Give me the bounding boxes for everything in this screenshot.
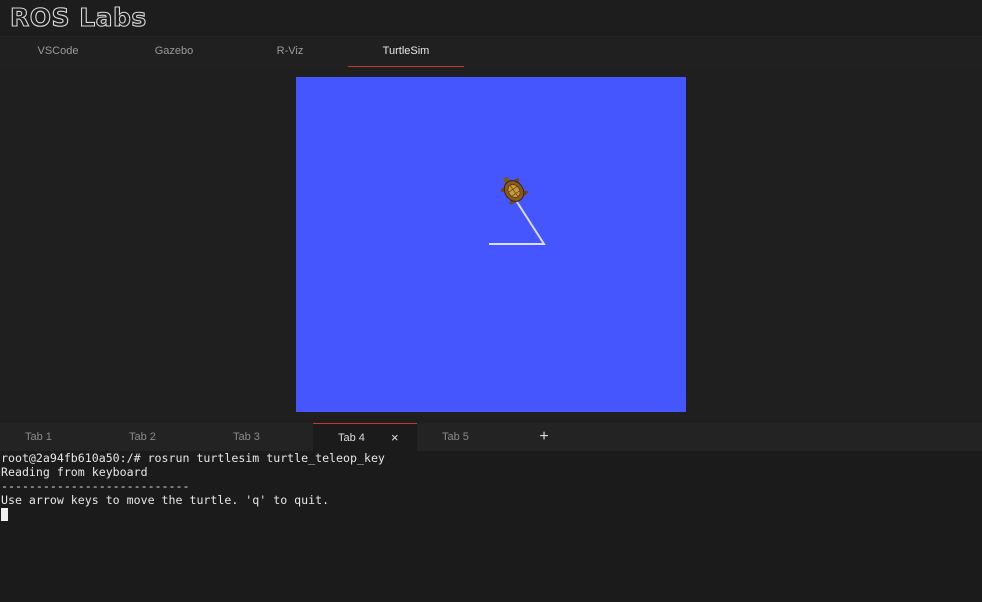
- tab-vscode-label: VSCode: [37, 45, 79, 57]
- tab-gazebo-label: Gazebo: [154, 45, 194, 57]
- terminal-tab-bar: Tab 1 Tab 2 Tab 3 Tab 4 × Tab 5: [0, 423, 982, 451]
- close-icon[interactable]: ×: [391, 424, 399, 452]
- terminal-tab-1-label: Tab 1: [25, 431, 52, 443]
- terminal-tab-1[interactable]: Tab 1: [0, 423, 104, 451]
- ros-labs-logo: ROS Labs: [8, 2, 168, 32]
- app-tab-bar: VSCode Gazebo R-Viz TurtleSim: [0, 36, 982, 67]
- terminal-tab-2-label: Tab 2: [129, 431, 156, 443]
- add-tab-icon[interactable]: +: [535, 423, 553, 451]
- terminal-output[interactable]: root@2a94fb610a50:/# rosrun turtlesim tu…: [0, 451, 982, 602]
- terminal-tab-5[interactable]: Tab 5: [417, 423, 521, 451]
- header-bar: ROS Labs: [0, 0, 982, 36]
- terminal-tab-3[interactable]: Tab 3: [208, 423, 312, 451]
- turtlesim-canvas[interactable]: [296, 77, 686, 412]
- turtlesim-viewport: [0, 67, 982, 423]
- terminal-line-3: ---------------------------: [1, 479, 190, 493]
- tab-rviz-label: R-Viz: [276, 45, 304, 57]
- terminal-tab-5-label: Tab 5: [442, 431, 469, 443]
- turtle-pen-trail: [489, 201, 546, 245]
- terminal-tab-2[interactable]: Tab 2: [104, 423, 208, 451]
- tab-gazebo[interactable]: Gazebo: [116, 37, 232, 66]
- terminal-cursor: [1, 508, 8, 521]
- terminal-line-4: Use arrow keys to move the turtle. 'q' t…: [1, 493, 330, 507]
- terminal-tab-4-label: Tab 4: [338, 432, 365, 444]
- tab-turtlesim-label: TurtleSim: [382, 45, 430, 57]
- tab-turtlesim[interactable]: TurtleSim: [348, 37, 464, 67]
- terminal-tab-4[interactable]: Tab 4 ×: [313, 423, 417, 451]
- terminal-tab-3-label: Tab 3: [233, 431, 260, 443]
- tab-vscode[interactable]: VSCode: [0, 37, 116, 66]
- terminal-line-1: root@2a94fb610a50:/# rosrun turtlesim tu…: [1, 451, 385, 465]
- logo-text: ROS Labs: [10, 3, 147, 32]
- terminal-line-2: Reading from keyboard: [1, 465, 148, 479]
- tab-rviz[interactable]: R-Viz: [232, 37, 348, 66]
- turtle-icon: [500, 177, 528, 205]
